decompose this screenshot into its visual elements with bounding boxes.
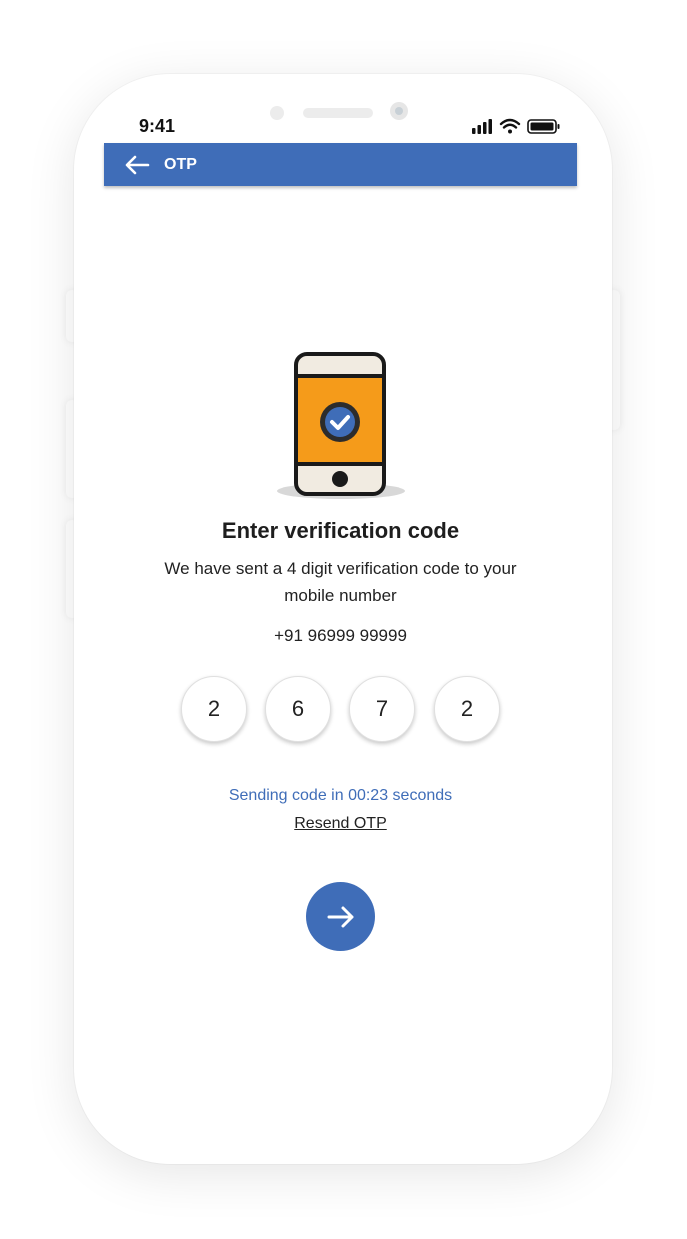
next-button[interactable] (306, 882, 375, 951)
status-icons (472, 118, 560, 134)
phone-frame (74, 74, 612, 1164)
arrow-left-icon[interactable] (124, 154, 150, 176)
verification-heading: Enter verification code (221, 518, 460, 543)
wifi-icon (499, 118, 521, 134)
signal-icon (472, 119, 492, 134)
front-camera (390, 102, 408, 120)
battery-icon (527, 119, 560, 134)
otp-digit-3[interactable]: 7 (349, 676, 415, 742)
otp-input-group: 2 6 7 2 (181, 676, 501, 742)
arrow-right-icon (327, 906, 353, 927)
page-title: OTP (164, 156, 197, 173)
earpiece-speaker (303, 108, 373, 118)
phone-verified-icon (277, 352, 405, 499)
otp-digit-2[interactable]: 6 (265, 676, 331, 742)
verification-description: We have sent a 4 digit verification code… (164, 559, 517, 605)
mobile-number: +91 96999 99999 (274, 626, 407, 645)
proximity-sensor (270, 106, 284, 120)
resend-container: Resend OTP (104, 815, 577, 833)
countdown-timer: Sending code in 00:23 seconds (228, 787, 453, 804)
otp-digit-1[interactable]: 2 (181, 676, 247, 742)
app-bar: OTP (104, 143, 577, 186)
resend-otp-link[interactable]: Resend OTP (294, 815, 386, 832)
status-time: 9:41 (139, 116, 176, 136)
otp-digit-4[interactable]: 2 (434, 676, 500, 742)
